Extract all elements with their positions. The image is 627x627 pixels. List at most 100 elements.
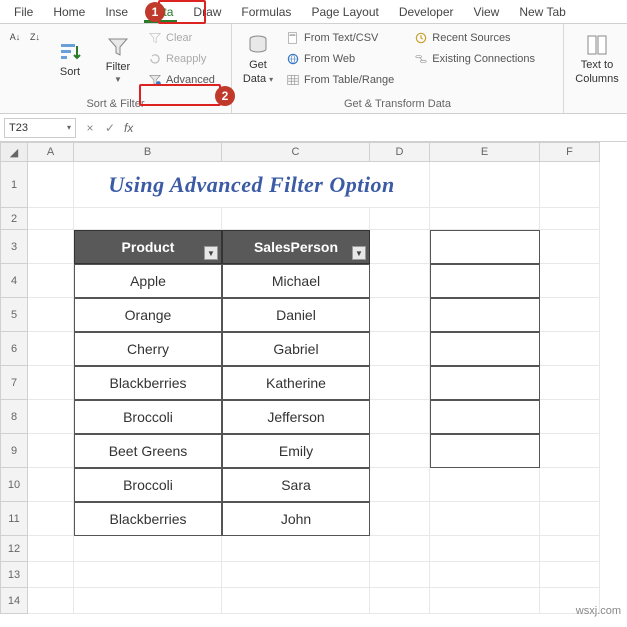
cell-A10[interactable] — [28, 468, 74, 502]
cell-D3[interactable] — [370, 230, 430, 264]
cell-A4[interactable] — [28, 264, 74, 298]
cell-A6[interactable] — [28, 332, 74, 366]
cell-E10[interactable] — [430, 468, 540, 502]
cell-D14[interactable] — [370, 588, 430, 614]
tab-developer[interactable]: Developer — [389, 1, 464, 23]
row-header-7[interactable]: 7 — [0, 366, 28, 400]
cell-C6[interactable]: Gabriel — [222, 332, 370, 366]
cell-C11[interactable]: John — [222, 502, 370, 536]
cell-E14[interactable] — [430, 588, 540, 614]
filter-dropdown-product[interactable]: ▼ — [204, 246, 218, 260]
cell-F6[interactable] — [540, 332, 600, 366]
cell-B2[interactable] — [74, 208, 222, 230]
tab-formulas[interactable]: Formulas — [231, 1, 301, 23]
col-header-D[interactable]: D — [370, 142, 430, 162]
row-header-9[interactable]: 9 — [0, 434, 28, 468]
cell-A9[interactable] — [28, 434, 74, 468]
cell-C8[interactable]: Jefferson — [222, 400, 370, 434]
cell-C2[interactable] — [222, 208, 370, 230]
header-product[interactable]: Product ▼ — [74, 230, 222, 264]
row-header-14[interactable]: 14 — [0, 588, 28, 614]
cell-C4[interactable]: Michael — [222, 264, 370, 298]
tab-draw[interactable]: Draw — [183, 1, 231, 23]
cell-F7[interactable] — [540, 366, 600, 400]
cell-C7[interactable]: Katherine — [222, 366, 370, 400]
cell-E4[interactable] — [430, 264, 540, 298]
col-header-E[interactable]: E — [430, 142, 540, 162]
cell-D4[interactable] — [370, 264, 430, 298]
from-table-button[interactable]: From Table/Range — [282, 70, 398, 90]
enter-formula-icon[interactable]: ✓ — [100, 121, 120, 135]
cell-E8[interactable] — [430, 400, 540, 434]
cancel-formula-icon[interactable]: × — [80, 121, 100, 135]
from-text-csv-button[interactable]: From Text/CSV — [282, 28, 398, 48]
sort-desc-icon[interactable]: Z↓ — [26, 28, 44, 46]
clear-button[interactable]: Clear — [144, 28, 219, 48]
sort-asc-icon[interactable]: A↓ — [6, 28, 24, 46]
cell-E13[interactable] — [430, 562, 540, 588]
row-header-8[interactable]: 8 — [0, 400, 28, 434]
cell-B14[interactable] — [74, 588, 222, 614]
cell-E7[interactable] — [430, 366, 540, 400]
cell-B8[interactable]: Broccoli — [74, 400, 222, 434]
cell-F11[interactable] — [540, 502, 600, 536]
tab-page-layout[interactable]: Page Layout — [301, 1, 388, 23]
header-salesperson[interactable]: SalesPerson ▼ — [222, 230, 370, 264]
cell-E6[interactable] — [430, 332, 540, 366]
row-header-13[interactable]: 13 — [0, 562, 28, 588]
row-header-6[interactable]: 6 — [0, 332, 28, 366]
select-all-corner[interactable]: ◢ — [0, 142, 28, 162]
header-filtered-list[interactable]: Filtered List — [430, 230, 540, 264]
cell-F1[interactable] — [540, 162, 600, 208]
cell-D6[interactable] — [370, 332, 430, 366]
advanced-button[interactable]: Advanced — [144, 70, 219, 90]
row-header-3[interactable]: 3 — [0, 230, 28, 264]
col-header-A[interactable]: A — [28, 142, 74, 162]
cell-A5[interactable] — [28, 298, 74, 332]
cell-F8[interactable] — [540, 400, 600, 434]
get-data-button[interactable]: Get Data ▾ — [238, 28, 278, 90]
cell-C13[interactable] — [222, 562, 370, 588]
cell-A1[interactable] — [28, 162, 74, 208]
cell-C10[interactable]: Sara — [222, 468, 370, 502]
cell-F3[interactable] — [540, 230, 600, 264]
cell-E9[interactable] — [430, 434, 540, 468]
cell-A3[interactable] — [28, 230, 74, 264]
cell-E2[interactable] — [430, 208, 540, 230]
recent-sources-button[interactable]: Recent Sources — [410, 28, 539, 48]
cell-A13[interactable] — [28, 562, 74, 588]
cell-B12[interactable] — [74, 536, 222, 562]
cell-E12[interactable] — [430, 536, 540, 562]
formula-input[interactable] — [133, 118, 627, 138]
cell-F12[interactable] — [540, 536, 600, 562]
filter-button[interactable]: Filter ▼ — [96, 28, 140, 90]
row-header-4[interactable]: 4 — [0, 264, 28, 298]
cell-F5[interactable] — [540, 298, 600, 332]
tab-new[interactable]: New Tab — [509, 1, 575, 23]
row-header-5[interactable]: 5 — [0, 298, 28, 332]
cell-A8[interactable] — [28, 400, 74, 434]
cell-B5[interactable]: Orange — [74, 298, 222, 332]
tab-file[interactable]: File — [4, 1, 43, 23]
cell-F9[interactable] — [540, 434, 600, 468]
cell-D11[interactable] — [370, 502, 430, 536]
cell-C12[interactable] — [222, 536, 370, 562]
tab-data[interactable]: Data — [138, 1, 183, 23]
cell-C14[interactable] — [222, 588, 370, 614]
reapply-button[interactable]: Reapply — [144, 49, 219, 69]
row-header-11[interactable]: 11 — [0, 502, 28, 536]
text-to-columns-button[interactable]: Text to Columns — [570, 28, 624, 90]
tab-insert[interactable]: Inse — [95, 1, 138, 23]
cell-D10[interactable] — [370, 468, 430, 502]
filter-dropdown-sales[interactable]: ▼ — [352, 246, 366, 260]
cell-D2[interactable] — [370, 208, 430, 230]
cell-E1[interactable] — [430, 162, 540, 208]
cell-D8[interactable] — [370, 400, 430, 434]
cell-B9[interactable]: Beet Greens — [74, 434, 222, 468]
row-header-1[interactable]: 1 — [0, 162, 28, 208]
cell-C5[interactable]: Daniel — [222, 298, 370, 332]
row-header-10[interactable]: 10 — [0, 468, 28, 502]
cell-B10[interactable]: Broccoli — [74, 468, 222, 502]
cell-A14[interactable] — [28, 588, 74, 614]
cell-B13[interactable] — [74, 562, 222, 588]
